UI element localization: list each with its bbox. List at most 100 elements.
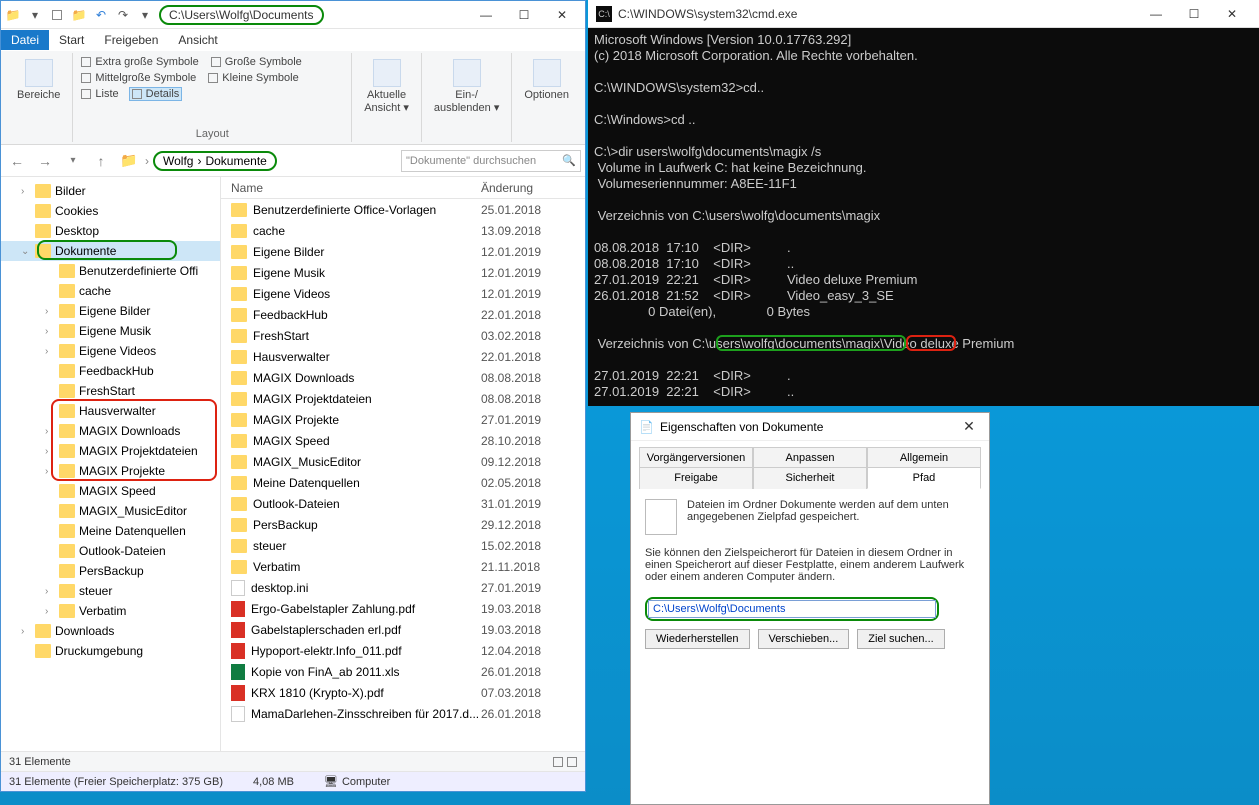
col-name[interactable]: Name: [221, 181, 481, 195]
find-target-button[interactable]: Ziel suchen...: [857, 629, 944, 649]
search-input[interactable]: "Dokumente" durchsuchen🔍: [401, 150, 581, 172]
breadcrumb[interactable]: Wolfg›Dokumente: [153, 151, 277, 171]
file-row[interactable]: Benutzerdefinierte Office-Vorlagen25.01.…: [221, 199, 585, 220]
tab-allgemein[interactable]: Allgemein: [867, 447, 981, 468]
file-row[interactable]: Kopie von FinA_ab 2011.xls26.01.2018: [221, 661, 585, 682]
file-row[interactable]: Meine Datenquellen02.05.2018: [221, 472, 585, 493]
file-row[interactable]: MAGIX Downloads08.08.2018: [221, 367, 585, 388]
tree-node[interactable]: ›Eigene Videos: [1, 341, 220, 361]
file-row[interactable]: Ergo-Gabelstapler Zahlung.pdf19.03.2018: [221, 598, 585, 619]
view-medium[interactable]: Mittelgroße Symbole: [79, 71, 198, 85]
tab-anpassen[interactable]: Anpassen: [753, 447, 867, 468]
nav-tree[interactable]: ›BilderCookiesDesktop⌄DokumenteBenutzerd…: [1, 177, 221, 751]
qatb-dropdown-icon[interactable]: ▾: [137, 7, 153, 23]
tree-node[interactable]: ›MAGIX Projekte: [1, 461, 220, 481]
forward-button[interactable]: →: [33, 149, 57, 173]
file-row[interactable]: KRX 1810 (Krypto-X).pdf07.03.2018: [221, 682, 585, 703]
view-details[interactable]: Details: [129, 87, 183, 101]
minimize-button[interactable]: —: [1137, 3, 1175, 25]
tab-ansicht[interactable]: Ansicht: [168, 30, 227, 50]
close-button[interactable]: ✕: [543, 4, 581, 26]
file-row[interactable]: Eigene Musik12.01.2019: [221, 262, 585, 283]
tab-start[interactable]: Start: [49, 30, 94, 50]
file-row[interactable]: FreshStart03.02.2018: [221, 325, 585, 346]
cmd-titlebar[interactable]: C:\ C:\WINDOWS\system32\cmd.exe — ☐ ✕: [588, 0, 1259, 28]
file-row[interactable]: Outlook-Dateien31.01.2019: [221, 493, 585, 514]
tree-node[interactable]: ›Eigene Musik: [1, 321, 220, 341]
view-small[interactable]: Kleine Symbole: [206, 71, 300, 85]
back-button[interactable]: ←: [5, 149, 29, 173]
file-row[interactable]: Hypoport-elektr.Info_011.pdf12.04.2018: [221, 640, 585, 661]
file-row[interactable]: MAGIX Projektdateien08.08.2018: [221, 388, 585, 409]
tab-freigeben[interactable]: Freigeben: [94, 30, 168, 50]
file-row[interactable]: FeedbackHub22.01.2018: [221, 304, 585, 325]
view-extralarge[interactable]: Extra große Symbole: [79, 55, 200, 69]
column-headers[interactable]: Name Änderung: [221, 177, 585, 199]
file-row[interactable]: MAGIX Speed28.10.2018: [221, 430, 585, 451]
up-button[interactable]: ↑: [89, 149, 113, 173]
file-row[interactable]: MAGIX_MusicEditor09.12.2018: [221, 451, 585, 472]
tree-node[interactable]: FeedbackHub: [1, 361, 220, 381]
file-row[interactable]: Eigene Videos12.01.2019: [221, 283, 585, 304]
file-row[interactable]: MAGIX Projekte27.01.2019: [221, 409, 585, 430]
file-row[interactable]: Hausverwalter22.01.2018: [221, 346, 585, 367]
tiles-view-icon[interactable]: [567, 757, 577, 767]
tab-sicherheit[interactable]: Sicherheit: [753, 467, 867, 489]
props-titlebar[interactable]: 📄 Eigenschaften von Dokumente ✕: [631, 413, 989, 441]
props-icon[interactable]: [49, 7, 65, 23]
save-icon[interactable]: ▾: [27, 7, 43, 23]
tree-node[interactable]: cache: [1, 281, 220, 301]
file-row[interactable]: Eigene Bilder12.01.2019: [221, 241, 585, 262]
col-date[interactable]: Änderung: [481, 181, 533, 195]
tree-node[interactable]: ›MAGIX Downloads: [1, 421, 220, 441]
tree-node[interactable]: Cookies: [1, 201, 220, 221]
restore-button[interactable]: Wiederherstellen: [645, 629, 750, 649]
tree-node[interactable]: Druckumgebung: [1, 641, 220, 661]
undo-icon[interactable]: ↶: [93, 7, 109, 23]
tree-node[interactable]: ›Downloads: [1, 621, 220, 641]
close-button[interactable]: ✕: [957, 418, 981, 435]
file-row[interactable]: Gabelstaplerschaden erl.pdf19.03.2018: [221, 619, 585, 640]
current-view-button[interactable]: Aktuelle Ansicht ▾: [358, 55, 415, 118]
bereiche-button[interactable]: Bereiche: [11, 55, 66, 105]
tree-node[interactable]: Outlook-Dateien: [1, 541, 220, 561]
explorer-titlebar[interactable]: 📁 ▾ 📁 ↶ ↷ ▾ C:\Users\Wolfg\Documents — ☐…: [1, 1, 585, 29]
tree-node[interactable]: ›MAGIX Projektdateien: [1, 441, 220, 461]
tab-pfad[interactable]: Pfad: [867, 467, 981, 489]
file-row[interactable]: cache13.09.2018: [221, 220, 585, 241]
tab-freigabe[interactable]: Freigabe: [639, 467, 753, 489]
tree-node[interactable]: FreshStart: [1, 381, 220, 401]
redo-icon[interactable]: ↷: [115, 7, 131, 23]
show-hide-button[interactable]: Ein-/ ausblenden ▾: [428, 55, 505, 118]
file-row[interactable]: Verbatim21.11.2018: [221, 556, 585, 577]
file-row[interactable]: desktop.ini27.01.2019: [221, 577, 585, 598]
cmd-output[interactable]: Microsoft Windows [Version 10.0.17763.29…: [588, 28, 1259, 468]
maximize-button[interactable]: ☐: [505, 4, 543, 26]
details-view-icon[interactable]: [553, 757, 563, 767]
path-input[interactable]: [648, 600, 936, 618]
minimize-button[interactable]: —: [467, 4, 505, 26]
tab-datei[interactable]: Datei: [1, 30, 49, 50]
tree-node[interactable]: ›Verbatim: [1, 601, 220, 621]
tree-node[interactable]: Hausverwalter: [1, 401, 220, 421]
tree-node[interactable]: Desktop: [1, 221, 220, 241]
move-button[interactable]: Verschieben...: [758, 629, 850, 649]
tree-node[interactable]: ›Bilder: [1, 181, 220, 201]
view-list[interactable]: Liste: [79, 87, 120, 101]
tree-node[interactable]: MAGIX Speed: [1, 481, 220, 501]
tree-node[interactable]: PersBackup: [1, 561, 220, 581]
view-large[interactable]: Große Symbole: [209, 55, 304, 69]
tree-node[interactable]: Benutzerdefinierte Offi: [1, 261, 220, 281]
close-button[interactable]: ✕: [1213, 3, 1251, 25]
recent-dropdown[interactable]: ▾: [61, 149, 85, 173]
new-folder-icon[interactable]: 📁: [71, 7, 87, 23]
tree-node[interactable]: ⌄Dokumente: [1, 241, 220, 261]
tree-node[interactable]: Meine Datenquellen: [1, 521, 220, 541]
options-button[interactable]: Optionen: [518, 55, 575, 105]
maximize-button[interactable]: ☐: [1175, 3, 1213, 25]
tab-vorgaenger[interactable]: Vorgängerversionen: [639, 447, 753, 468]
file-row[interactable]: steuer15.02.2018: [221, 535, 585, 556]
tree-node[interactable]: MAGIX_MusicEditor: [1, 501, 220, 521]
tree-node[interactable]: ›Eigene Bilder: [1, 301, 220, 321]
file-row[interactable]: MamaDarlehen-Zinsschreiben für 2017.d...…: [221, 703, 585, 724]
